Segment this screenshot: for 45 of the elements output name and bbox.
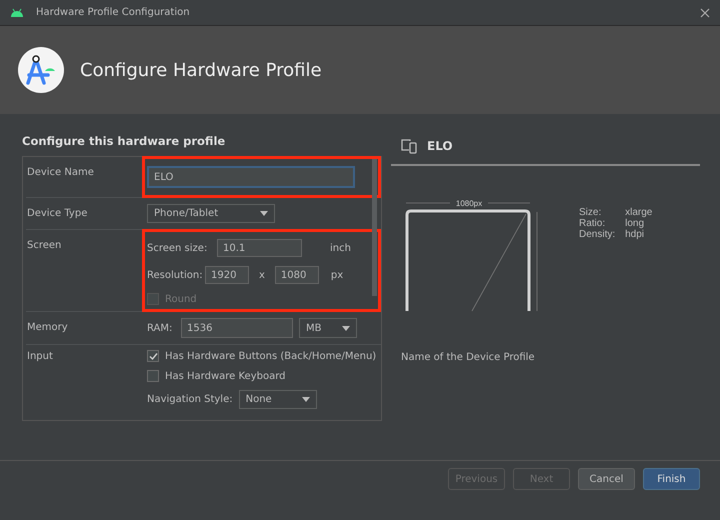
section-title: Configure this hardware profile <box>22 134 226 148</box>
navigation-style-dropdown[interactable]: None <box>238 390 317 409</box>
app-logo-icon <box>18 47 64 93</box>
device-name-field[interactable]: ELO <box>147 166 355 188</box>
dialog-button[interactable]: Cancel <box>578 468 635 490</box>
caret-icon <box>302 397 310 402</box>
height-field[interactable]: 1080 <box>274 266 319 284</box>
field-label: Resolution: <box>147 270 199 280</box>
caret-icon <box>260 211 268 216</box>
check-icon <box>148 352 158 360</box>
checkbox[interactable]: Has Hardware Keyboard <box>147 370 376 382</box>
window-title: Hardware Profile Configuration <box>36 7 191 18</box>
description-text: Name of the Device Profile <box>401 352 535 363</box>
caret-icon <box>342 326 350 330</box>
checkbox[interactable]: Has Hardware Buttons (Back/Home/Menu) <box>147 350 376 362</box>
close-icon[interactable] <box>700 8 710 18</box>
field-label: Navigation Style: <box>147 394 233 405</box>
screen-size-field[interactable]: 10.1 <box>217 239 302 257</box>
spec-label: Density: <box>579 229 616 240</box>
unit-label: inch <box>330 242 351 254</box>
unit-label: px <box>330 270 344 280</box>
devices-icon <box>401 138 417 154</box>
device-outline-drawing: 1080px <box>404 194 539 312</box>
field-label: Screen <box>26 239 62 253</box>
android-icon <box>10 8 24 18</box>
field-label: RAM: <box>147 322 174 334</box>
ram-field[interactable]: 1536 <box>181 318 293 338</box>
spec-value: xlarge <box>625 207 652 218</box>
page-heading: Configure Hardware Profile <box>80 60 322 80</box>
spec-label: Ratio: <box>579 218 606 229</box>
profile-name: ELO <box>427 139 453 153</box>
times-label: x <box>259 270 265 280</box>
field-label: Memory <box>26 321 69 335</box>
field-label: Input <box>26 350 54 364</box>
spec-value: long <box>625 218 646 229</box>
scrollbar[interactable] <box>372 159 377 296</box>
width-field[interactable]: 1920 <box>205 266 249 284</box>
device-type-dropdown[interactable]: Phone/Tablet <box>147 204 275 223</box>
unit-dropdown[interactable]: MB <box>299 318 357 338</box>
dialog-button[interactable]: Finish <box>643 468 700 490</box>
spec-label: Size: <box>579 207 602 218</box>
field-label: Device Type <box>26 207 88 221</box>
spec-value: hdpi <box>625 229 646 240</box>
field-label: Screen size: <box>147 242 208 254</box>
field-label: Device Name <box>26 166 95 180</box>
